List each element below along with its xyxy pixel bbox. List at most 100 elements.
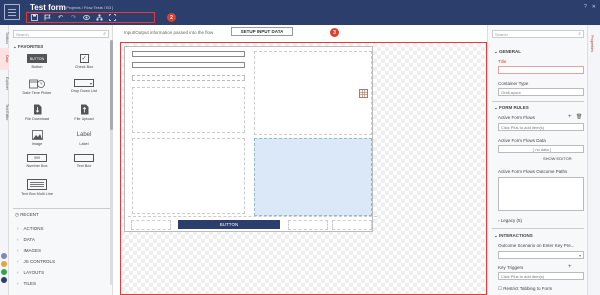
designer-canvas[interactable]: BUTTON bbox=[120, 42, 487, 295]
toolbox-search-input[interactable]: Search ⌕ bbox=[13, 30, 109, 38]
form-empty-cell[interactable] bbox=[132, 87, 245, 133]
header-label: GENERAL bbox=[499, 49, 522, 54]
section-tiles[interactable]: › TILES bbox=[17, 281, 36, 286]
form-empty-cell[interactable] bbox=[254, 51, 372, 135]
item-label: File Download bbox=[24, 117, 50, 121]
form-empty-cell[interactable] bbox=[288, 220, 328, 230]
hierarchy-icon[interactable] bbox=[96, 14, 103, 21]
form-textbox-placeholder[interactable] bbox=[132, 75, 245, 81]
section-images[interactable]: › IMAGES bbox=[17, 248, 41, 253]
item-label: Text Box Multi Line bbox=[21, 192, 53, 196]
toolbox-item-image[interactable]: Image bbox=[18, 129, 56, 146]
tab-data[interactable]: Data bbox=[0, 48, 9, 70]
tab-properties[interactable]: Properties bbox=[590, 35, 594, 52]
properties-tab-strip: Properties bbox=[587, 25, 600, 295]
form-button-row: BUTTON bbox=[128, 216, 377, 233]
active-form-flows-data-field[interactable]: [ no data ] bbox=[498, 145, 584, 153]
item-label: Drop Down List bbox=[71, 89, 97, 93]
favorites-label: FAVORITES bbox=[18, 44, 44, 49]
help-icon[interactable]: ? bbox=[584, 4, 587, 10]
close-icon[interactable]: ✕ bbox=[592, 4, 596, 10]
toolbox-item-text-box[interactable]: Text Box bbox=[65, 154, 103, 168]
item-label: Label bbox=[79, 142, 89, 146]
warning-icon[interactable] bbox=[1, 261, 7, 267]
form-textbox[interactable] bbox=[132, 51, 245, 57]
section-label: ACTIONS bbox=[23, 226, 44, 231]
restrict-tabbing-checkbox[interactable]: ☐ Restrict Tabbing to Form bbox=[498, 286, 552, 292]
toolbox-item-file-upload[interactable]: File Upload bbox=[65, 104, 103, 121]
multiline-text-icon bbox=[27, 179, 47, 190]
form-rules-header[interactable]: ⌄ FORM RULES bbox=[494, 105, 529, 111]
fullscreen-icon[interactable] bbox=[109, 14, 116, 21]
redo-icon[interactable]: ↷ bbox=[70, 14, 77, 21]
tab-toolbox[interactable]: Toolbox bbox=[0, 28, 9, 48]
legacy-toggle[interactable]: › Legacy (5) bbox=[498, 218, 522, 223]
app-logo-icon[interactable] bbox=[4, 4, 20, 20]
upload-icon bbox=[65, 104, 103, 115]
outcome-scenario-select[interactable]: ▾ bbox=[498, 251, 584, 259]
undo-icon[interactable]: ↶ bbox=[57, 14, 64, 21]
favorites-header[interactable]: ⌄ FAVORITES bbox=[13, 44, 43, 50]
form-empty-cell[interactable] bbox=[332, 220, 372, 230]
section-actions[interactable]: › ACTIONS bbox=[17, 226, 44, 231]
info-icon[interactable] bbox=[1, 253, 7, 259]
flag-icon[interactable] bbox=[44, 14, 51, 21]
preview-icon[interactable] bbox=[83, 14, 90, 21]
interactions-header[interactable]: ⌄ INTERACTIONS bbox=[494, 233, 533, 239]
selected-cell[interactable] bbox=[254, 138, 372, 216]
item-label: Number Box bbox=[26, 164, 48, 168]
form-button[interactable]: BUTTON bbox=[178, 220, 280, 229]
active-form-flows-list[interactable]: Click Plus to add item(s) bbox=[498, 123, 584, 131]
toolbox-item-datetime[interactable]: Date Time Picker bbox=[18, 79, 56, 95]
toolbox-item-button[interactable]: BUTTON Button bbox=[18, 54, 56, 69]
form-container[interactable]: BUTTON bbox=[124, 46, 377, 232]
form-textbox[interactable] bbox=[132, 62, 245, 68]
toolbox-item-text-box-multi[interactable]: Text Box Multi Line bbox=[18, 179, 56, 196]
section-js-controls[interactable]: › JS CONTROLS bbox=[17, 259, 55, 264]
left-tab-strip: Toolbox Data Explorer Text Editor bbox=[0, 25, 9, 295]
key-triggers-list[interactable]: Click Plus to add item(s) bbox=[498, 272, 584, 280]
save-icon[interactable] bbox=[31, 14, 38, 21]
tab-text-editor[interactable]: Text Editor bbox=[0, 97, 9, 127]
outcome-paths-field[interactable] bbox=[498, 177, 584, 211]
toolbox-item-number-box[interactable]: 999 Number Box bbox=[18, 154, 56, 168]
setup-input-data-button[interactable]: SETUP INPUT DATA bbox=[231, 27, 293, 36]
divider bbox=[492, 101, 584, 102]
check-icon[interactable] bbox=[1, 269, 7, 275]
container-type-label: Container Type bbox=[498, 81, 529, 86]
empty-hint: Click Plus to add item(s) bbox=[501, 125, 545, 130]
properties-search-input[interactable]: Search ⌕ bbox=[492, 30, 584, 38]
top-bar: Test form [ Projects / Flow Tests / B3 ]… bbox=[0, 0, 600, 25]
empty-hint: Click Plus to add item(s) bbox=[501, 274, 545, 279]
title-input[interactable] bbox=[498, 66, 584, 74]
show-editor-button[interactable]: SHOW EDITOR bbox=[543, 156, 572, 161]
general-header[interactable]: ⌄ GENERAL bbox=[494, 49, 521, 55]
tab-explorer[interactable]: Explorer bbox=[0, 73, 9, 95]
form-empty-cell[interactable] bbox=[132, 138, 245, 214]
toolbox-item-checkbox[interactable]: ✓ Check Box bbox=[65, 54, 103, 69]
legacy-label: Legacy (5) bbox=[500, 218, 523, 223]
table-icon[interactable] bbox=[359, 89, 368, 98]
chevron-right-icon: › bbox=[17, 226, 19, 231]
container-type-select[interactable]: GridLayout bbox=[498, 88, 584, 96]
toolbox-item-label[interactable]: Label Label bbox=[65, 129, 103, 147]
section-label: LAYOUTS bbox=[23, 270, 45, 275]
item-label: File Upload bbox=[74, 117, 94, 121]
delete-icon[interactable]: 🗑 bbox=[576, 114, 582, 120]
search-placeholder: Search bbox=[495, 32, 508, 37]
section-layouts[interactable]: › LAYOUTS bbox=[17, 270, 44, 275]
settings-icon[interactable] bbox=[1, 277, 7, 283]
add-icon[interactable]: + bbox=[568, 264, 572, 270]
toolbox-item-dropdown[interactable]: ▾ Drop Down List bbox=[65, 79, 103, 93]
toolbox-scrollbar-thumb[interactable] bbox=[110, 40, 113, 130]
text-box-icon bbox=[74, 154, 94, 162]
properties-panel: Search ⌕ ⌄ GENERAL Title Container Type … bbox=[487, 25, 587, 295]
add-icon[interactable]: + bbox=[568, 114, 572, 120]
annotation-marker-3: 3 bbox=[330, 28, 339, 37]
key-triggers-label: Key Triggers bbox=[498, 265, 524, 270]
toolbox-item-file-download[interactable]: File Download bbox=[18, 104, 56, 121]
form-empty-cell[interactable] bbox=[131, 220, 171, 230]
breadcrumb[interactable]: [ Projects / Flow Tests / B3 ] bbox=[64, 5, 113, 10]
section-data[interactable]: › DATA bbox=[17, 237, 35, 242]
recent-header[interactable]: ◷ RECENT bbox=[15, 212, 39, 218]
